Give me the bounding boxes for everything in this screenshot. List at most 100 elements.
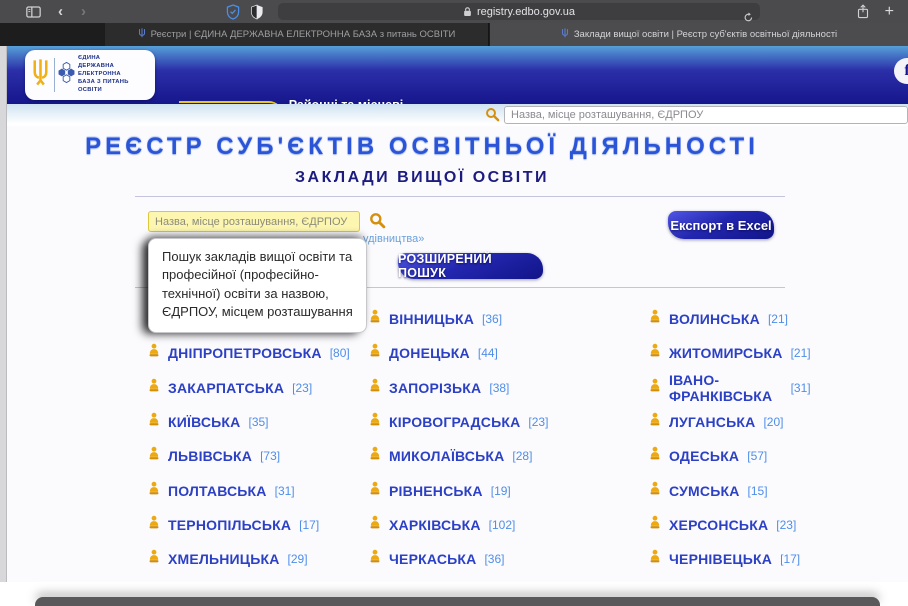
region-link[interactable]: ХАРКІВСЬКА[102] [369, 508, 649, 542]
region-name: ЗАПОРІЗЬКА [389, 380, 481, 396]
region-link[interactable]: ОДЕСЬКА[57] [649, 439, 811, 473]
region-link[interactable]: ТЕРНОПІЛЬСЬКА[17] [148, 508, 369, 542]
graduate-icon [649, 378, 661, 398]
graduate-icon [649, 412, 661, 432]
search-icon[interactable] [485, 107, 500, 127]
region-link[interactable]: РІВНЕНСЬКА[19] [369, 473, 649, 507]
region-link[interactable]: МИКОЛАЇВСЬКА [28] [369, 439, 649, 473]
region-name: КИЇВСЬКА [168, 414, 240, 430]
region-name: КІРОВОГРАДСЬКА [389, 414, 520, 430]
region-link[interactable]: ЧЕРКАСЬКА[36] [369, 542, 649, 576]
region-count: [28] [512, 449, 532, 463]
region-name: СУМСЬКА [669, 483, 740, 499]
shield-check-icon[interactable] [226, 0, 240, 23]
graduate-icon [649, 309, 661, 329]
region-name: ХМЕЛЬНИЦЬКА [168, 551, 280, 567]
region-name: ЗАКАРПАТСЬКА [168, 380, 284, 396]
share-icon[interactable] [857, 0, 869, 23]
region-link[interactable]: ІВАНО-ФРАНКІВСЬКА[31] [649, 371, 811, 405]
privacy-shield-icon[interactable] [250, 0, 264, 23]
region-name: ЖИТОМИРСЬКА [669, 345, 783, 361]
region-count: [102] [489, 518, 516, 532]
tab-current[interactable]: Заклади вищої освіти | Реєстр суб'єктів … [490, 23, 908, 46]
region-name: МИКОЛАЇВСЬКА [389, 448, 504, 464]
region-count: [20] [763, 415, 783, 429]
region-count: [44] [478, 346, 498, 360]
region-link[interactable]: ЗАКАРПАТСЬКА [23] [148, 371, 369, 405]
search-example-text: удівництва» [363, 233, 424, 245]
region-count: [21] [791, 346, 811, 360]
region-link[interactable]: ХЕРСОНСЬКА[23] [649, 508, 811, 542]
region-count: [36] [484, 552, 504, 566]
graduate-icon [649, 343, 661, 363]
region-link[interactable]: ЖИТОМИРСЬКА [21] [649, 336, 811, 370]
region-name: РІВНЕНСЬКА [389, 483, 483, 499]
region-link[interactable]: СУМСЬКА[15] [649, 473, 811, 507]
graduate-icon [148, 446, 160, 466]
region-name: ТЕРНОПІЛЬСЬКА [168, 517, 291, 533]
region-count: [29] [288, 552, 308, 566]
tab-registries[interactable]: Реєстри | ЄДИНА ДЕРЖАВНА ЕЛЕКТРОННА БАЗА… [105, 23, 489, 46]
region-link[interactable]: ВОЛИНСЬКА[21] [649, 302, 811, 336]
regions-grid: ВІННИЦЬКА[36]ВОЛИНСЬКА[21]ДНІПРОПЕТРОВСЬ… [148, 302, 803, 606]
browser-toolbar: ‹ › registry.edbo.gov.ua + [0, 0, 908, 23]
graduate-icon [148, 378, 160, 398]
window-edge [0, 46, 7, 606]
region-link[interactable]: ЧЕРНІВЕЦЬКА [17] [649, 542, 811, 576]
region-link[interactable]: ПОЛТАВСЬКА[31] [148, 473, 369, 507]
region-link[interactable]: ДНІПРОПЕТРОВСЬКА[80] [148, 336, 369, 370]
bottom-bar [35, 597, 880, 606]
divider [135, 196, 785, 197]
graduate-icon [649, 549, 661, 569]
search-icon[interactable] [369, 212, 386, 234]
region-name: ПОЛТАВСЬКА [168, 483, 267, 499]
region-count: [23] [292, 381, 312, 395]
graduate-icon [649, 515, 661, 535]
global-search-input[interactable] [504, 106, 908, 124]
region-name: ДОНЕЦЬКА [389, 345, 470, 361]
facebook-icon[interactable]: f [894, 58, 908, 84]
export-excel-button[interactable]: Експорт в Excel [668, 211, 774, 239]
new-tab-icon[interactable]: + [885, 3, 894, 21]
region-link[interactable]: ВІННИЦЬКА[36] [369, 302, 649, 336]
region-link[interactable]: КИЇВСЬКА [35] [148, 405, 369, 439]
region-name: ЧЕРНІВЕЦЬКА [669, 551, 772, 567]
advanced-search-button[interactable]: РОЗШИРЕНИЙ ПОШУК [398, 253, 543, 279]
region-name: ВІННИЦЬКА [389, 311, 474, 327]
logo-text: ЄДИНА ДЕРЖАВНА ЕЛЕКТРОННА БАЗА З ПИТАНЬ … [78, 55, 129, 94]
logo-divider [54, 58, 55, 92]
region-count: [38] [489, 381, 509, 395]
browser-window: ‹ › registry.edbo.gov.ua + [0, 0, 908, 606]
region-link[interactable]: ХМЕЛЬНИЦЬКА [29] [148, 542, 369, 576]
page-title: РЕЄСТР СУБ'ЄКТІВ ОСВІТНЬОЇ ДІЯЛЬНОСТІ [7, 133, 837, 161]
graduate-icon [369, 412, 381, 432]
region-count: [31] [791, 381, 811, 395]
trident-icon [30, 58, 51, 92]
sidebar-toggle-icon[interactable] [18, 0, 49, 23]
region-link[interactable]: ДОНЕЦЬКА [44] [369, 336, 649, 370]
graduate-icon [369, 515, 381, 535]
url-text: registry.edbo.gov.ua [477, 6, 575, 18]
region-count: [73] [260, 449, 280, 463]
region-name: ВОЛИНСЬКА [669, 311, 760, 327]
back-button[interactable]: ‹ [49, 0, 72, 23]
tab-title: Реєстри | ЄДИНА ДЕРЖАВНА ЕЛЕКТРОННА БАЗА… [151, 29, 456, 40]
site-header: ЄДИНА ДЕРЖАВНА ЕЛЕКТРОННА БАЗА З ПИТАНЬ … [7, 46, 908, 104]
institution-search-input[interactable] [148, 211, 360, 232]
graduate-icon [369, 309, 381, 329]
favicon-edbo-icon [561, 28, 569, 41]
region-link[interactable]: ЛУГАНСЬКА [20] [649, 405, 811, 439]
region-count: [17] [780, 552, 800, 566]
region-link[interactable]: ЛЬВІВСЬКА[73] [148, 439, 369, 473]
main-content: РЕЄСТР СУБ'ЄКТІВ ОСВІТНЬОЇ ДІЯЛЬНОСТІ ЗА… [7, 126, 908, 582]
graduate-icon [369, 378, 381, 398]
region-link[interactable]: КІРОВОГРАДСЬКА[23] [369, 405, 649, 439]
url-bar[interactable]: registry.edbo.gov.ua [278, 3, 760, 20]
graduate-icon [369, 446, 381, 466]
region-name: ЛУГАНСЬКА [669, 414, 755, 430]
region-link[interactable]: ЗАПОРІЗЬКА [38] [369, 371, 649, 405]
region-count: [35] [248, 415, 268, 429]
forward-button[interactable]: › [72, 0, 95, 23]
region-name: ОДЕСЬКА [669, 448, 739, 464]
edbo-logo[interactable]: ЄДИНА ДЕРЖАВНА ЕЛЕКТРОННА БАЗА З ПИТАНЬ … [25, 50, 155, 100]
